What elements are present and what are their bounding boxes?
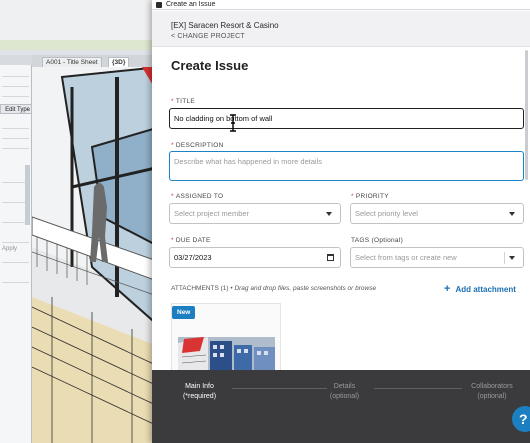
property-row [2,79,29,87]
property-row [2,89,29,97]
view-tabs: A001 - Title Sheet {3D} [32,55,160,67]
title-label-text: TITLE [175,98,196,105]
add-attachment-label: Add attachment [455,285,516,294]
new-badge: New [172,306,196,319]
chevron-down-icon [509,256,515,260]
due-date-label-text: DUE DATE [175,237,211,244]
background-revit-window: Edit Type Apply A001 - Title Sheet {3D} [0,0,160,443]
change-project-link[interactable]: < CHANGE PROJECT [171,33,245,40]
description-label: * DESCRIPTION [171,142,224,149]
wizard-footer: Main Info (*required) Details (optional)… [152,370,530,443]
description-placeholder: Describe what has happened in more detai… [174,157,323,166]
calendar-icon[interactable] [327,254,334,261]
assigned-to-placeholder: Select project member [174,209,250,218]
step-connector [232,388,327,389]
step-main-info[interactable]: Main Info (*required) [177,382,222,402]
priority-placeholder: Select priority level [355,209,418,218]
tab-title-sheet-label: A001 - Title Sheet [46,59,98,66]
property-row [2,275,29,283]
ribbon-strip [0,40,160,50]
ribbon-toolbar [0,0,160,50]
window-titlebar: Create an Issue [152,0,530,10]
tab-3d[interactable]: {3D} [108,57,130,67]
assigned-to-label-text: ASSIGNED TO [175,193,224,200]
project-header: [EX] Saracen Resort & Casino < CHANGE PR… [152,11,530,47]
dialog-scrollbar[interactable] [525,50,528,180]
step-details[interactable]: Details (optional) [322,382,367,402]
attachment-image[interactable] [178,337,275,373]
required-marker: * [171,142,174,149]
attachments-hint: Drag and drop files, paste screenshots o… [234,285,377,292]
description-label-text: DESCRIPTION [175,142,224,149]
add-attachment-button[interactable]: + Add attachment [444,283,516,295]
priority-select[interactable]: Select priority level [350,203,524,224]
properties-scrollbar[interactable] [25,165,30,225]
required-marker: * [351,193,354,200]
step-connector [374,388,462,389]
property-row [2,69,29,77]
3d-viewport[interactable] [32,67,160,443]
due-date-input[interactable]: 03/27/2023 [169,247,341,268]
required-marker: * [171,237,174,244]
priority-label: * PRIORITY [351,193,389,200]
property-row [2,141,29,149]
attachments-header: ATTACHMENTS (1) • Drag and drop files, p… [171,285,376,292]
tab-title-sheet[interactable]: A001 - Title Sheet [42,57,102,67]
title-input-value: No cladding on bottom of wall [174,114,273,123]
chevron-down-icon [509,212,515,216]
step-collaborators[interactable]: Collaborators (optional) [462,382,522,402]
due-date-label: * DUE DATE [171,237,211,244]
assigned-to-select[interactable]: Select project member [169,203,341,224]
text-cursor-icon [230,114,236,132]
title-input[interactable]: No cladding on bottom of wall [169,108,524,129]
tags-label-text: TAGS (Optional) [351,237,404,244]
tags-select[interactable]: Select from tags or create new [350,247,524,268]
assigned-to-label: * ASSIGNED TO [171,193,223,200]
property-row [2,235,29,243]
create-issue-dialog: Create an Issue [EX] Saracen Resort & Ca… [152,0,530,443]
property-row [2,131,29,139]
description-textarea[interactable]: Describe what has happened in more detai… [169,151,524,181]
plus-icon: + [444,283,451,295]
building-model-render [32,67,160,443]
page-title: Create Issue [171,58,249,73]
attachments-separator: • [230,285,233,292]
chevron-down-icon [326,212,332,216]
tags-placeholder: Select from tags or create new [355,253,457,262]
divider [504,252,505,264]
window-title: Create an Issue [166,1,216,8]
properties-header [0,55,32,65]
edit-type-button[interactable]: Edit Type [0,104,32,114]
attachments-label: ATTACHMENTS (1) [171,285,229,292]
property-row [2,255,29,263]
app-icon [156,2,162,8]
property-row [2,121,29,129]
required-marker: * [171,193,174,200]
tags-label: TAGS (Optional) [351,237,403,244]
project-name: [EX] Saracen Resort & Casino [171,21,279,30]
title-label: * TITLE [171,98,195,105]
priority-label-text: PRIORITY [355,193,389,200]
due-date-value: 03/27/2023 [174,253,212,262]
tab-3d-label: {3D} [112,59,126,66]
apply-button[interactable]: Apply [2,245,28,253]
required-marker: * [171,98,174,105]
attachment-preview-graphic [178,337,275,373]
